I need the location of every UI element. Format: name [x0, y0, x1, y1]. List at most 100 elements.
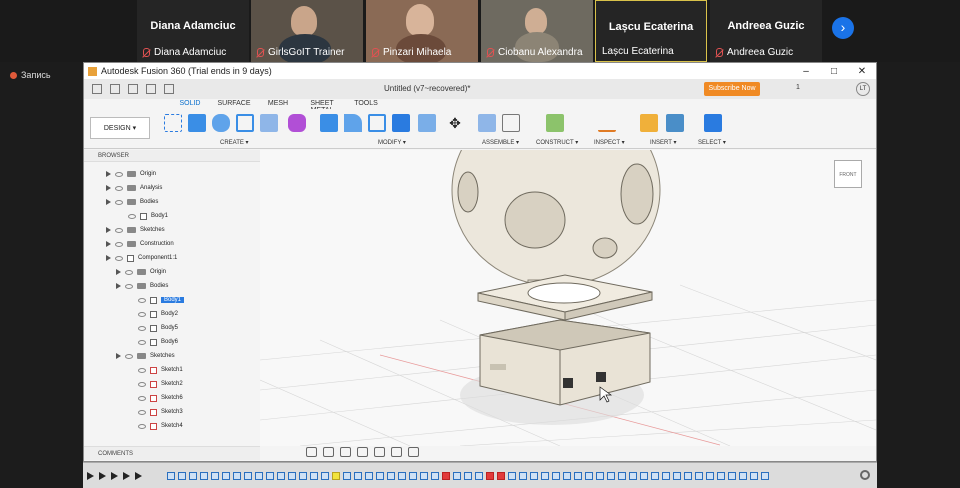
job-count[interactable]: 1: [796, 84, 800, 91]
timeline-feature[interactable]: [717, 472, 725, 480]
timeline-feature[interactable]: [387, 472, 395, 480]
timeline-feature[interactable]: [211, 472, 219, 480]
timeline-feature[interactable]: [376, 472, 384, 480]
save-icon[interactable]: [128, 84, 138, 94]
visibility-icon[interactable]: [138, 381, 146, 387]
timeline-feature[interactable]: [343, 472, 351, 480]
timeline-feature[interactable]: [266, 472, 274, 480]
pan-icon[interactable]: [340, 447, 351, 457]
timeline-feature[interactable]: [442, 472, 450, 480]
assemble-menu[interactable]: ASSEMBLE ▾: [482, 139, 519, 146]
tree-item[interactable]: Body5: [138, 322, 178, 334]
timeline-feature[interactable]: [739, 472, 747, 480]
visibility-icon[interactable]: [125, 283, 133, 289]
tree-item[interactable]: Sketch4: [138, 420, 183, 432]
participant-video-tile[interactable]: GirlsGoIT Trainer: [251, 0, 363, 62]
data-panel-icon[interactable]: [92, 84, 102, 94]
visibility-icon[interactable]: [115, 227, 123, 233]
timeline-feature[interactable]: [585, 472, 593, 480]
minimize-button[interactable]: –: [792, 66, 820, 77]
fit-icon[interactable]: [374, 447, 385, 457]
timeline-feature[interactable]: [695, 472, 703, 480]
visibility-icon[interactable]: [115, 255, 123, 261]
timeline-feature[interactable]: [706, 472, 714, 480]
timeline-feature[interactable]: [310, 472, 318, 480]
timeline-feature[interactable]: [464, 472, 472, 480]
visibility-icon[interactable]: [138, 409, 146, 415]
shell-icon[interactable]: [368, 114, 386, 132]
timeline-feature[interactable]: [420, 472, 428, 480]
timeline-feature[interactable]: [530, 472, 538, 480]
select-menu[interactable]: SELECT ▾: [698, 139, 726, 146]
timeline-feature[interactable]: [640, 472, 648, 480]
tree-item[interactable]: Sketch6: [138, 392, 183, 404]
go-to-start-icon[interactable]: [87, 472, 94, 480]
timeline-feature[interactable]: [332, 472, 340, 480]
insert-derive-icon[interactable]: [640, 114, 658, 132]
visibility-icon[interactable]: [138, 367, 146, 373]
timeline-feature[interactable]: [618, 472, 626, 480]
timeline-feature[interactable]: [486, 472, 494, 480]
timeline-feature[interactable]: [189, 472, 197, 480]
visibility-icon[interactable]: [138, 395, 146, 401]
display-settings-icon[interactable]: [391, 447, 402, 457]
timeline-feature[interactable]: [299, 472, 307, 480]
construct-menu[interactable]: CONSTRUCT ▾: [536, 139, 578, 146]
visibility-icon[interactable]: [125, 353, 133, 359]
create-menu[interactable]: CREATE ▾: [220, 139, 249, 146]
tree-item[interactable]: Sketches: [116, 350, 175, 362]
redo-icon[interactable]: [164, 84, 174, 94]
tree-item[interactable]: Body1: [128, 210, 168, 222]
timeline-feature[interactable]: [541, 472, 549, 480]
timeline-feature[interactable]: [673, 472, 681, 480]
tree-item[interactable]: Component1:1: [106, 252, 177, 264]
measure-icon[interactable]: [598, 114, 616, 132]
user-avatar[interactable]: LT: [856, 82, 870, 96]
tree-item[interactable]: Bodies: [106, 196, 158, 208]
form-icon[interactable]: [288, 114, 306, 132]
participant-tile[interactable]: Diana Adamciuc Diana Adamciuc: [137, 0, 249, 62]
participant-video-tile[interactable]: Pinzari Mihaela: [366, 0, 478, 62]
timeline-feature[interactable]: [200, 472, 208, 480]
timeline-feature[interactable]: [508, 472, 516, 480]
timeline-feature[interactable]: [497, 472, 505, 480]
timeline-feature[interactable]: [288, 472, 296, 480]
tree-item-selected[interactable]: Body1: [138, 294, 185, 306]
timeline-feature[interactable]: [233, 472, 241, 480]
timeline-feature[interactable]: [321, 472, 329, 480]
timeline-feature[interactable]: [222, 472, 230, 480]
timeline-feature[interactable]: [750, 472, 758, 480]
timeline-feature[interactable]: [354, 472, 362, 480]
timeline-feature[interactable]: [519, 472, 527, 480]
undo-icon[interactable]: [146, 84, 156, 94]
timeline-feature[interactable]: [552, 472, 560, 480]
comments-panel[interactable]: COMMENTS: [84, 446, 260, 460]
timeline-feature[interactable]: [728, 472, 736, 480]
file-menu-icon[interactable]: [110, 84, 120, 94]
play-icon[interactable]: [111, 472, 118, 480]
timeline-feature[interactable]: [398, 472, 406, 480]
timeline-feature[interactable]: [409, 472, 417, 480]
orbit-icon[interactable]: [306, 447, 317, 457]
close-button[interactable]: ✕: [848, 66, 876, 77]
timeline-feature[interactable]: [167, 472, 175, 480]
move-icon[interactable]: ✥: [446, 114, 464, 132]
grid-settings-icon[interactable]: [408, 447, 419, 457]
hole-icon[interactable]: [236, 114, 254, 132]
create-sketch-icon[interactable]: [164, 114, 182, 132]
viewcube[interactable]: FRONT: [834, 160, 862, 188]
zoom-icon[interactable]: [357, 447, 368, 457]
visibility-icon[interactable]: [138, 423, 146, 429]
fillet-icon[interactable]: [344, 114, 362, 132]
visibility-icon[interactable]: [128, 213, 136, 219]
visibility-icon[interactable]: [138, 325, 146, 331]
press-pull-icon[interactable]: [320, 114, 338, 132]
timeline-feature[interactable]: [563, 472, 571, 480]
subscribe-button[interactable]: Subscribe Now: [704, 82, 760, 96]
timeline-feature[interactable]: [277, 472, 285, 480]
visibility-icon[interactable]: [138, 311, 146, 317]
offset-face-icon[interactable]: [418, 114, 436, 132]
box-icon[interactable]: [260, 114, 278, 132]
timeline-feature[interactable]: [574, 472, 582, 480]
revolve-icon[interactable]: [212, 114, 230, 132]
